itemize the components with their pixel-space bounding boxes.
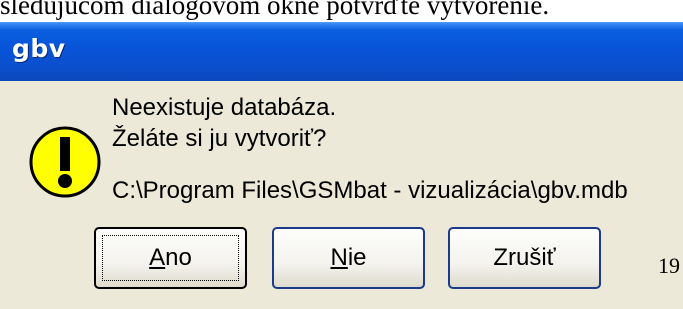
document-caption: sledujúcom dialógovom okne potvrďte vytv… bbox=[0, 0, 550, 20]
message-line-2: Želáte si ju vytvoriť? bbox=[112, 125, 327, 152]
dialog-title: gbv bbox=[12, 34, 66, 63]
nie-button-label: Nie bbox=[330, 244, 367, 271]
exclamation-icon bbox=[29, 126, 101, 198]
nie-button[interactable]: Nie bbox=[272, 227, 425, 289]
ano-button-label: Ano bbox=[149, 244, 192, 271]
page-number: 19 bbox=[658, 253, 680, 278]
zrusit-button[interactable]: Zrušiť bbox=[448, 227, 601, 289]
zrusit-button-label: Zrušiť bbox=[493, 244, 556, 271]
database-path: C:\Program Files\GSMbat - vizualizácia\g… bbox=[112, 177, 628, 204]
ano-button[interactable]: Ano bbox=[94, 227, 247, 289]
message-line-1: Neexistuje databáza. bbox=[112, 94, 337, 121]
title-bar[interactable]: gbv bbox=[0, 22, 683, 81]
dialog-window: gbv Neexistuje databáza. Želáte si ju vy… bbox=[0, 22, 683, 309]
